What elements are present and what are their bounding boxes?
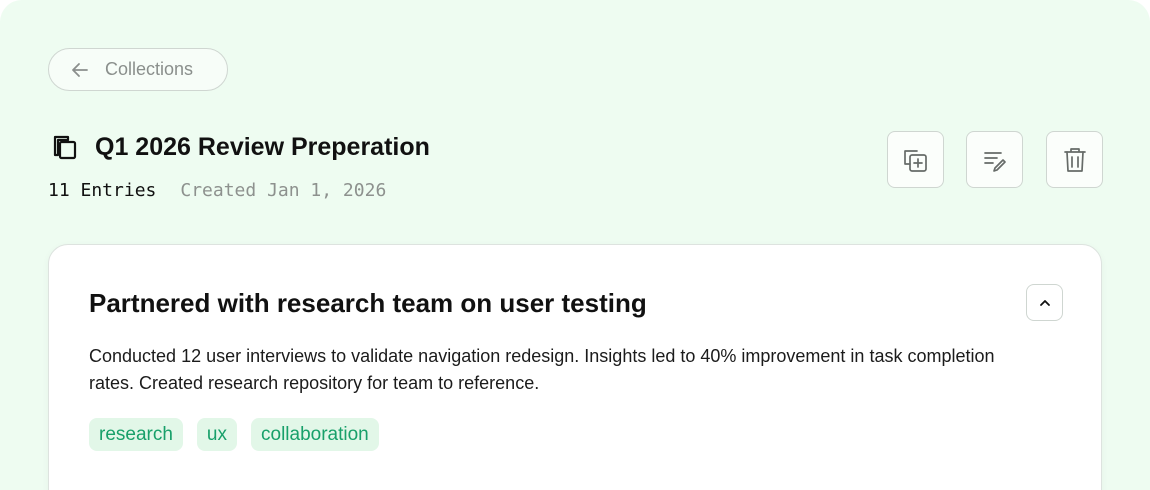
back-to-collections-button[interactable]: Collections <box>48 48 228 91</box>
chevron-up-icon <box>1039 299 1050 306</box>
edit-collection-button[interactable] <box>966 131 1023 188</box>
entry-tags: research ux collaboration <box>89 418 379 451</box>
add-entry-icon <box>903 149 927 172</box>
tag-research[interactable]: research <box>89 418 183 451</box>
collection-title: Q1 2026 Review Preperation <box>95 133 430 161</box>
collection-copy-icon <box>50 132 80 162</box>
edit-notes-icon <box>983 151 1006 172</box>
tag-collaboration[interactable]: collaboration <box>251 418 379 451</box>
collapse-entry-button[interactable] <box>1026 284 1063 321</box>
delete-collection-button[interactable] <box>1046 131 1103 188</box>
arrow-left-icon <box>69 59 91 81</box>
created-date: Created Jan 1, 2026 <box>180 180 387 201</box>
entry-card: Partnered with research team on user tes… <box>48 244 1102 490</box>
collection-meta: 11 Entries Created Jan 1, 2026 <box>48 179 386 203</box>
entry-count: 11 Entries <box>48 180 157 201</box>
tag-ux[interactable]: ux <box>196 418 237 451</box>
add-entry-button[interactable] <box>887 131 944 188</box>
back-label: Collections <box>105 59 194 79</box>
entry-description: Conducted 12 user interviews to validate… <box>89 346 995 393</box>
entry-title: Partnered with research team on user tes… <box>89 288 647 318</box>
collection-panel: Collections Q1 2026 Review Preperation 1… <box>0 0 1150 490</box>
trash-icon <box>1063 147 1086 172</box>
